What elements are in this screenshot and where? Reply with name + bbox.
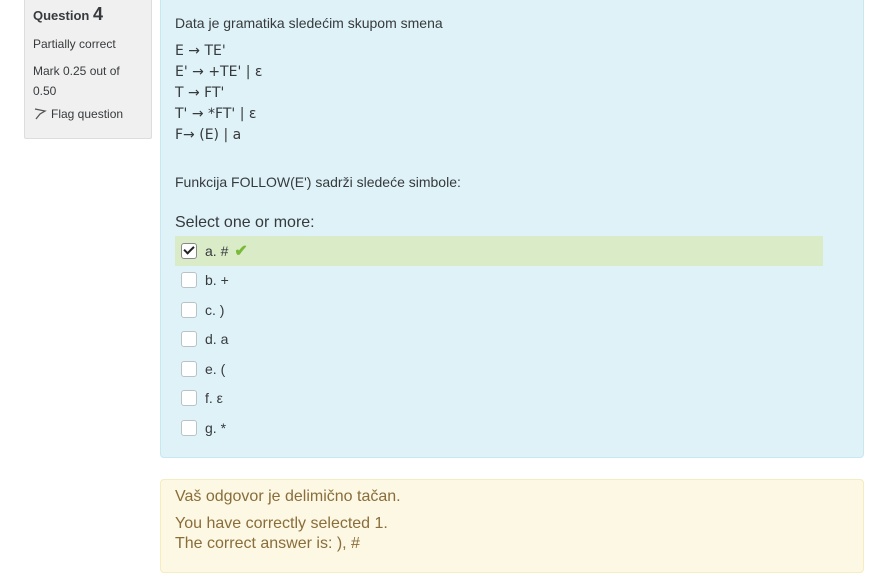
question-grade: Mark 0.25 out of 0.50 xyxy=(33,64,120,98)
option-text: a xyxy=(220,331,229,348)
flag-icon xyxy=(33,107,47,121)
option-letter: e. xyxy=(205,360,217,377)
answer-options: a. # ✔ b. + c. ) d. a e. ( f. ε g. * xyxy=(175,236,849,443)
option-letter: f. xyxy=(205,390,213,407)
grammar-rule: F→ (E) | a xyxy=(175,127,242,143)
question-state: Partially correct xyxy=(33,37,116,51)
option-text: * xyxy=(220,419,227,436)
grammar-rule: T → FT' xyxy=(175,85,225,101)
feedback-right-answer: The correct answer is: ), # xyxy=(175,535,360,552)
option-letter: d. xyxy=(205,331,217,348)
checkbox-b[interactable] xyxy=(181,272,197,289)
checkbox-f[interactable] xyxy=(181,390,197,407)
option-letter: g. xyxy=(205,419,217,436)
answer-option-e[interactable]: e. ( xyxy=(175,354,823,384)
question-number-value: 4 xyxy=(92,4,103,24)
answer-option-d[interactable]: d. a xyxy=(175,325,823,355)
question-info-panel: Question 4 Partially correct Mark 0.25 o… xyxy=(24,0,152,139)
option-letter: c. xyxy=(205,301,216,318)
answer-option-c[interactable]: c. ) xyxy=(175,295,823,325)
checkbox-d[interactable] xyxy=(181,331,197,348)
grammar-rule: E' → +TE' | ε xyxy=(175,64,263,80)
answer-prompt: Select one or more: xyxy=(175,214,315,231)
answer-option-a[interactable]: a. # ✔ xyxy=(175,236,823,266)
option-text: # xyxy=(220,242,229,259)
question-formulation: Data je gramatika sledećim skupom smena … xyxy=(160,0,864,458)
answer-option-b[interactable]: b. + xyxy=(175,266,823,296)
option-text: ) xyxy=(219,301,225,318)
grammar-rules: E → TE' E' → +TE' | ε T → FT' T' → *FT' … xyxy=(175,41,849,146)
checkbox-e[interactable] xyxy=(181,360,197,377)
feedback-partial: Vaš odgovor je delimično tačan. xyxy=(175,488,401,505)
flag-question-link[interactable]: Flag question xyxy=(33,107,143,121)
checkbox-c[interactable] xyxy=(181,301,197,318)
option-letter: a. xyxy=(205,242,217,259)
answer-option-f[interactable]: f. ε xyxy=(175,384,823,414)
option-text: ε xyxy=(216,390,223,407)
grammar-rule: T' → *FT' | ε xyxy=(175,106,257,122)
question-intro: Data je gramatika sledećim skupom smena xyxy=(175,15,443,31)
question-label: Question xyxy=(33,8,90,23)
option-letter: b. xyxy=(205,272,217,289)
feedback-panel: Vaš odgovor je delimično tačan. You have… xyxy=(160,479,864,573)
flag-question-label: Flag question xyxy=(51,107,124,121)
question-number: Question 4 xyxy=(33,4,143,25)
option-text: + xyxy=(220,272,229,289)
option-text: ( xyxy=(220,360,226,377)
grammar-rule: E → TE' xyxy=(175,43,226,59)
follow-question: Funkcija FOLLOW(E') sadrži sledeće simbo… xyxy=(175,174,461,190)
feedback-selected: You have correctly selected 1. xyxy=(175,515,388,532)
checkbox-g[interactable] xyxy=(181,419,197,436)
correct-check-icon: ✔ xyxy=(234,242,248,260)
checkbox-a[interactable] xyxy=(181,242,197,259)
answer-option-g[interactable]: g. * xyxy=(175,413,823,443)
